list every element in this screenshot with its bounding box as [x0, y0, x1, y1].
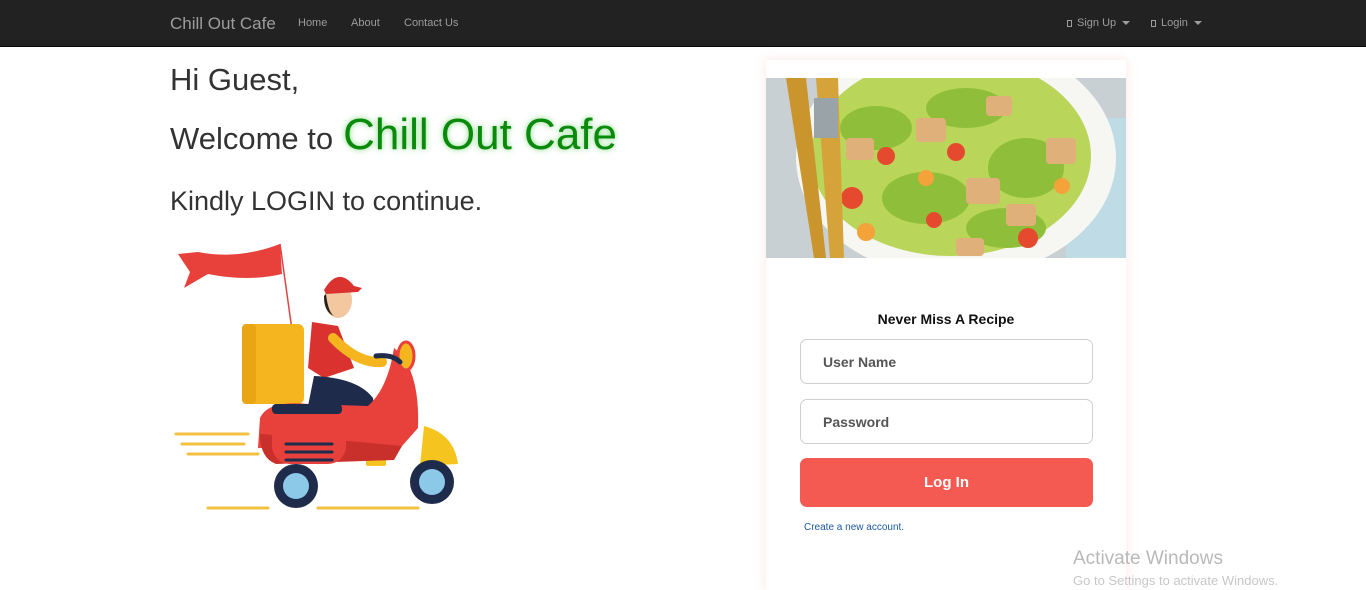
- login-icon: [1151, 19, 1156, 27]
- nav-home-link[interactable]: Home: [298, 17, 327, 29]
- login-button[interactable]: Log In: [800, 458, 1093, 507]
- activate-windows-title: Activate Windows: [1073, 548, 1223, 569]
- delivery-scooter-illustration: [174, 243, 458, 510]
- login-card: Never Miss A Recipe Log In Create a new …: [766, 60, 1126, 590]
- welcome-prefix: Welcome to: [170, 121, 334, 156]
- nav-about-link[interactable]: About: [351, 17, 380, 29]
- chevron-down-icon: [1122, 21, 1131, 25]
- card-title: Never Miss A Recipe: [877, 311, 1015, 327]
- nav-contact-link[interactable]: Contact Us: [404, 17, 458, 29]
- password-input[interactable]: [800, 399, 1093, 444]
- signup-label: Sign Up: [1077, 17, 1117, 29]
- activate-windows-subtitle: Go to Settings to activate Windows.: [1073, 573, 1279, 588]
- signup-dropdown[interactable]: Sign Up: [1067, 17, 1131, 29]
- login-prompt: Kindly LOGIN to continue.: [170, 186, 483, 216]
- username-input[interactable]: [800, 339, 1093, 384]
- login-label: Login: [1161, 17, 1188, 29]
- cafe-name: Chill Out Cafe: [343, 110, 617, 159]
- brand-link[interactable]: Chill Out Cafe: [170, 14, 276, 34]
- user-icon: [1067, 19, 1072, 27]
- welcome-heading: Welcome to Chill Out Cafe: [170, 110, 617, 160]
- chevron-down-icon: [1193, 21, 1202, 25]
- create-account-link[interactable]: Create a new account.: [804, 522, 904, 533]
- login-dropdown[interactable]: Login: [1151, 17, 1202, 29]
- top-navbar: Chill Out Cafe Home About Contact Us Sig…: [0, 0, 1366, 47]
- greeting-heading: Hi Guest,: [170, 62, 300, 97]
- salad-image: [766, 78, 1126, 258]
